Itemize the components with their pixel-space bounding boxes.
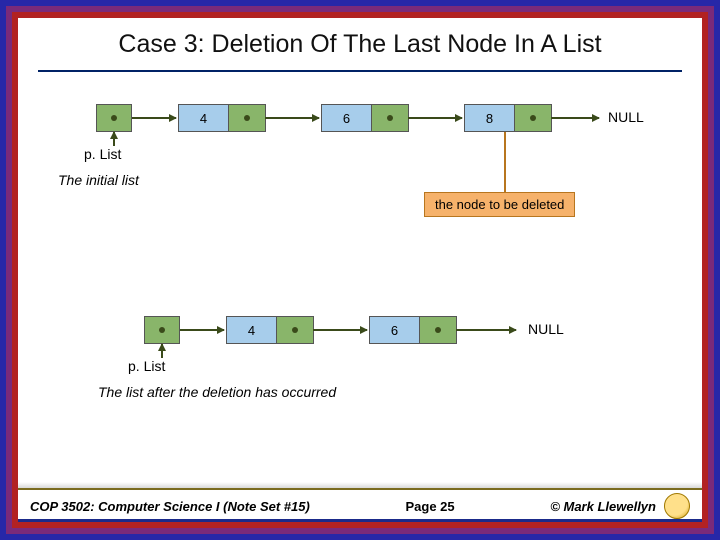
node-value: 6 bbox=[322, 105, 372, 131]
logo-icon bbox=[664, 493, 690, 519]
list1-head-box bbox=[96, 104, 132, 132]
arrow bbox=[408, 117, 462, 119]
footer-bar: COP 3502: Computer Science I (Note Set #… bbox=[18, 488, 702, 522]
node-value: 6 bbox=[370, 317, 420, 343]
vertical-arrow bbox=[161, 344, 163, 358]
node-value: 4 bbox=[227, 317, 277, 343]
list1-node: 4 bbox=[178, 104, 266, 132]
footer-author: © Mark Llewellyn bbox=[550, 499, 656, 514]
arrow bbox=[551, 117, 599, 119]
annotation-connector bbox=[504, 132, 506, 192]
list1-head-label: p. List bbox=[84, 146, 121, 162]
footer-left: COP 3502: Computer Science I (Note Set #… bbox=[30, 499, 310, 514]
list2-head-label: p. List bbox=[128, 358, 165, 374]
arrow bbox=[180, 329, 224, 331]
null-label: NULL bbox=[608, 109, 644, 125]
arrow bbox=[265, 117, 319, 119]
list2-node: 6 bbox=[369, 316, 457, 344]
slide-title: Case 3: Deletion Of The Last Node In A L… bbox=[18, 30, 702, 59]
list1-node: 6 bbox=[321, 104, 409, 132]
null-label: NULL bbox=[528, 321, 564, 337]
footer-page: Page 25 bbox=[406, 499, 455, 514]
arrow bbox=[313, 329, 367, 331]
arrow bbox=[132, 117, 176, 119]
list2-head-box bbox=[144, 316, 180, 344]
vertical-arrow bbox=[113, 132, 115, 146]
arrow bbox=[456, 329, 516, 331]
list1-caption: The initial list bbox=[58, 172, 139, 188]
list2-caption: The list after the deletion has occurred bbox=[98, 384, 336, 400]
list1-node: 8 bbox=[464, 104, 552, 132]
list2-node: 4 bbox=[226, 316, 314, 344]
node-value: 4 bbox=[179, 105, 229, 131]
node-value: 8 bbox=[465, 105, 515, 131]
annotation-box: the node to be deleted bbox=[424, 192, 575, 217]
title-underline bbox=[38, 70, 682, 72]
